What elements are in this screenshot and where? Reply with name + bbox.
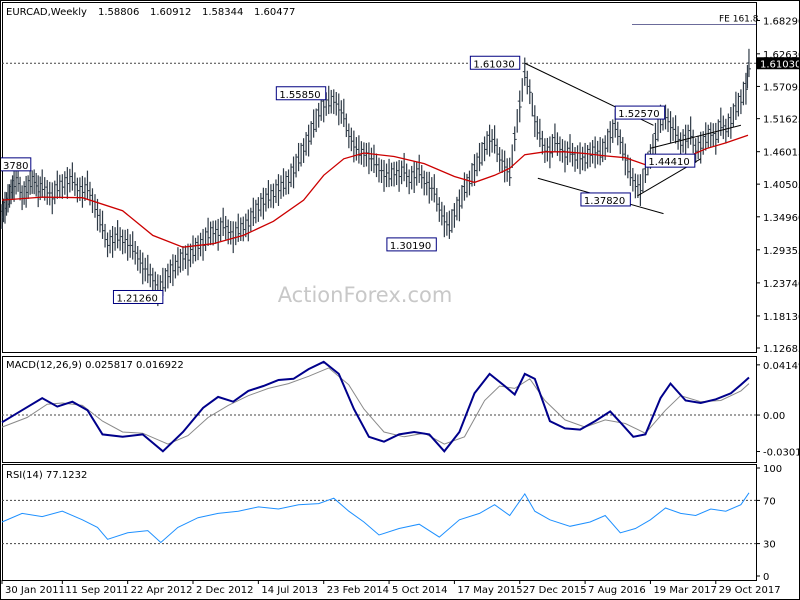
price-axis-tick-label: 1.46015 [763,148,800,159]
x-tick-label: 22 Apr 2012 [131,585,193,596]
price-axis-tick-label: 1.18130 [763,312,800,323]
x-tick-label: 29 Oct 2017 [719,585,781,596]
macd-frame [2,356,757,463]
price-label: 1.52570 [618,109,659,120]
ohlc-value: 1.58344 [202,7,243,18]
x-tick-label: 2 Dec 2012 [196,585,254,596]
rsi-title: RSI(14) 77.1232 [6,470,87,481]
price-label: 3780 [3,161,28,172]
rsi-frame [2,464,757,581]
ohlc-value: 1.60912 [150,7,191,18]
x-tick-label: 11 Sep 2011 [65,585,128,596]
x-tick-label: 17 May 2015 [457,585,522,596]
fe-label: FE 161.8 [719,14,759,24]
ohlc-value: 1.58806 [98,7,139,18]
macd-title: MACD(12,26,9) 0.025817 0.016922 [6,360,184,371]
price-label: 1.30190 [390,241,431,252]
price-axis-tick-label: 1.29355 [763,246,800,257]
price-axis-tick-label: 1.34960 [763,213,800,224]
x-tick-label: 23 Feb 2014 [327,585,389,596]
rsi-axis-tick-label: 70 [763,496,776,507]
ohlc-value: 1.60477 [254,7,295,18]
macd-panel: MACD(12,26,9) 0.025817 0.016922 0.041491 0… [1,356,800,463]
price-label: 1.55850 [279,90,320,101]
price-label: 1.61030 [473,59,514,70]
price-label: 1.37820 [584,196,625,207]
rsi-axis-tick-label: 30 [763,540,776,551]
x-tick-label: 14 Jul 2013 [261,585,318,596]
x-tick-label: 5 Oct 2014 [392,585,447,596]
rsi-axis-tick-label: 0 [763,572,769,583]
macd-axis-tick-label: -0.030146 [763,448,800,459]
x-tick-label: 30 Jan 2011 [5,585,65,596]
macd-axis-tick-label: 0.00 [763,411,785,422]
x-tick-label: 7 Aug 2016 [588,585,646,596]
price-panel: ActionForex.com EURCAD,Weekly 1.58806 1.609… [0,2,800,355]
price-label: 1.21260 [116,293,157,304]
rsi-panel: RSI(14) 77.1232 100 70 30 0 [1,464,782,583]
price-axis-tick-label: 1.68290 [763,16,800,27]
x-tick-label: 19 Mar 2017 [653,585,716,596]
x-axis: 30 Jan 2011 11 Sep 2011 22 Apr 2012 2 Dec 2… [1,580,781,596]
price-axis-tick-label: 1.51625 [763,115,800,126]
price-axis-tick-label: 1.23740 [763,279,800,290]
price-title: EURCAD,Weekly [6,7,87,18]
price-axis-tick-label: 1.57095 [763,82,800,93]
macd-axis-tick-label: 0.041491 [763,361,800,372]
price-label: 1.44410 [648,157,689,168]
rsi-axis-tick-label: 100 [763,464,782,475]
watermark: ActionForex.com [278,283,453,307]
price-axis-tick-label: 1.40505 [763,180,800,191]
eurcad-weekly-chart: ActionForex.com EURCAD,Weekly 1.58806 1.609… [0,0,800,600]
last-price-value: 1.61030 [760,59,800,70]
x-tick-label: 27 Dec 2015 [523,585,587,596]
price-axis-tick-label: 1.12685 [763,344,800,355]
